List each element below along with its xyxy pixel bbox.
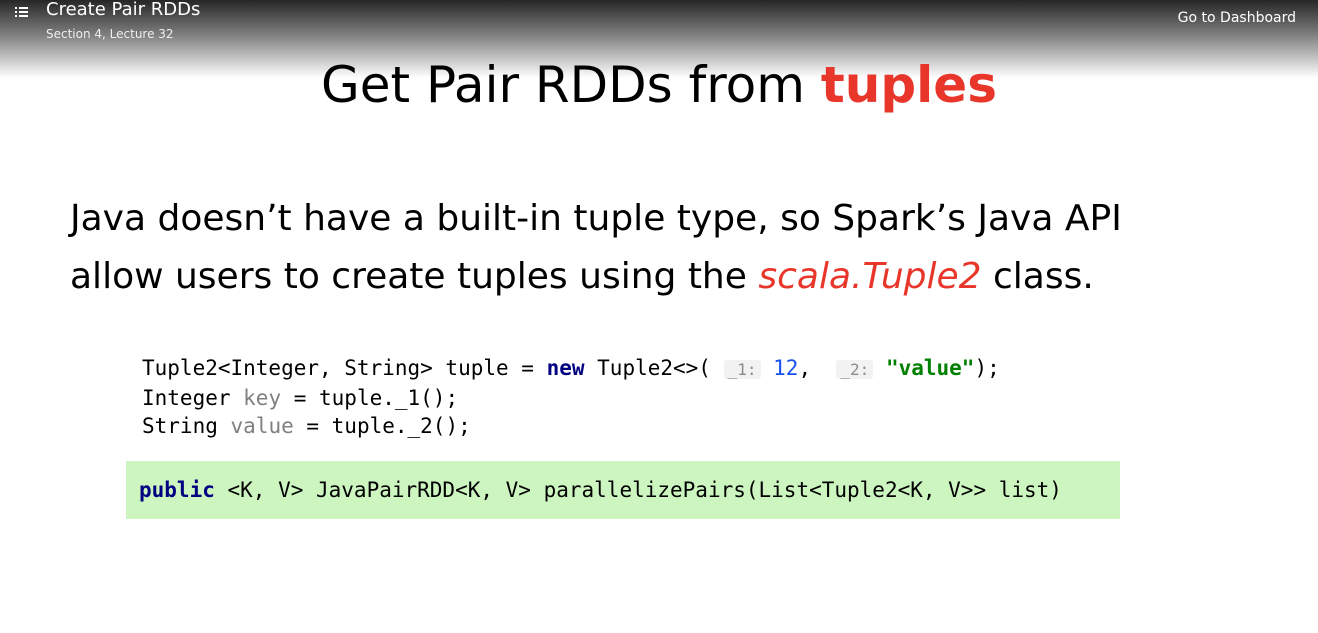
- code-keyword: public: [139, 478, 215, 502]
- body-line-1: Java doesn’t have a built-in tuple type,…: [70, 198, 1122, 239]
- code-text: String: [142, 414, 231, 438]
- code-text: Tuple2<Integer, String> tuple =: [142, 356, 547, 380]
- code-text: );: [974, 356, 1000, 380]
- code-snippet: Tuple2<Integer, String> tuple = new Tupl…: [142, 354, 1000, 440]
- code-line-3: String value = tuple._2();: [142, 412, 1000, 440]
- code-text: Integer: [142, 386, 244, 410]
- method-signature: public <K, V> JavaPairRDD<K, V> parallel…: [126, 461, 1120, 519]
- code-text: ,: [798, 356, 837, 380]
- code-text: = tuple._2();: [293, 414, 471, 438]
- body-line-2-accent: scala.Tuple2: [758, 256, 982, 297]
- body-line-2: allow users to create tuples using the s…: [70, 248, 1290, 306]
- lecture-title: Create Pair RDDs: [46, 0, 201, 20]
- code-text: = tuple._1();: [281, 386, 459, 410]
- param-hint: _2:: [836, 360, 874, 379]
- code-line-2: Integer key = tuple._1();: [142, 384, 1000, 412]
- code-line-1: Tuple2<Integer, String> tuple = new Tupl…: [142, 354, 1000, 384]
- code-text: Tuple2<>(: [584, 356, 724, 380]
- code-keyword: new: [546, 356, 585, 380]
- slide-title-prefix: Get Pair RDDs from: [321, 56, 821, 114]
- code-variable: key: [243, 386, 282, 410]
- body-line-2-suffix: class.: [981, 256, 1094, 297]
- slide-title-accent: tuples: [820, 56, 997, 114]
- param-hint: _1:: [723, 360, 761, 379]
- body-line-2-prefix: allow users to create tuples using the: [70, 256, 759, 297]
- list-icon[interactable]: [14, 4, 30, 18]
- code-variable: value: [230, 414, 294, 438]
- code-number: 12: [773, 356, 799, 380]
- code-text: <K, V> JavaPairRDD<K, V> parallelizePair…: [214, 478, 1062, 502]
- lecture-subtitle: Section 4, Lecture 32: [46, 27, 174, 41]
- go-to-dashboard-link[interactable]: Go to Dashboard: [1178, 10, 1296, 26]
- code-string: "value": [885, 356, 975, 380]
- slide-title: Get Pair RDDs from tuples: [0, 56, 1318, 114]
- slide-body: Java doesn’t have a built-in tuple type,…: [70, 190, 1290, 306]
